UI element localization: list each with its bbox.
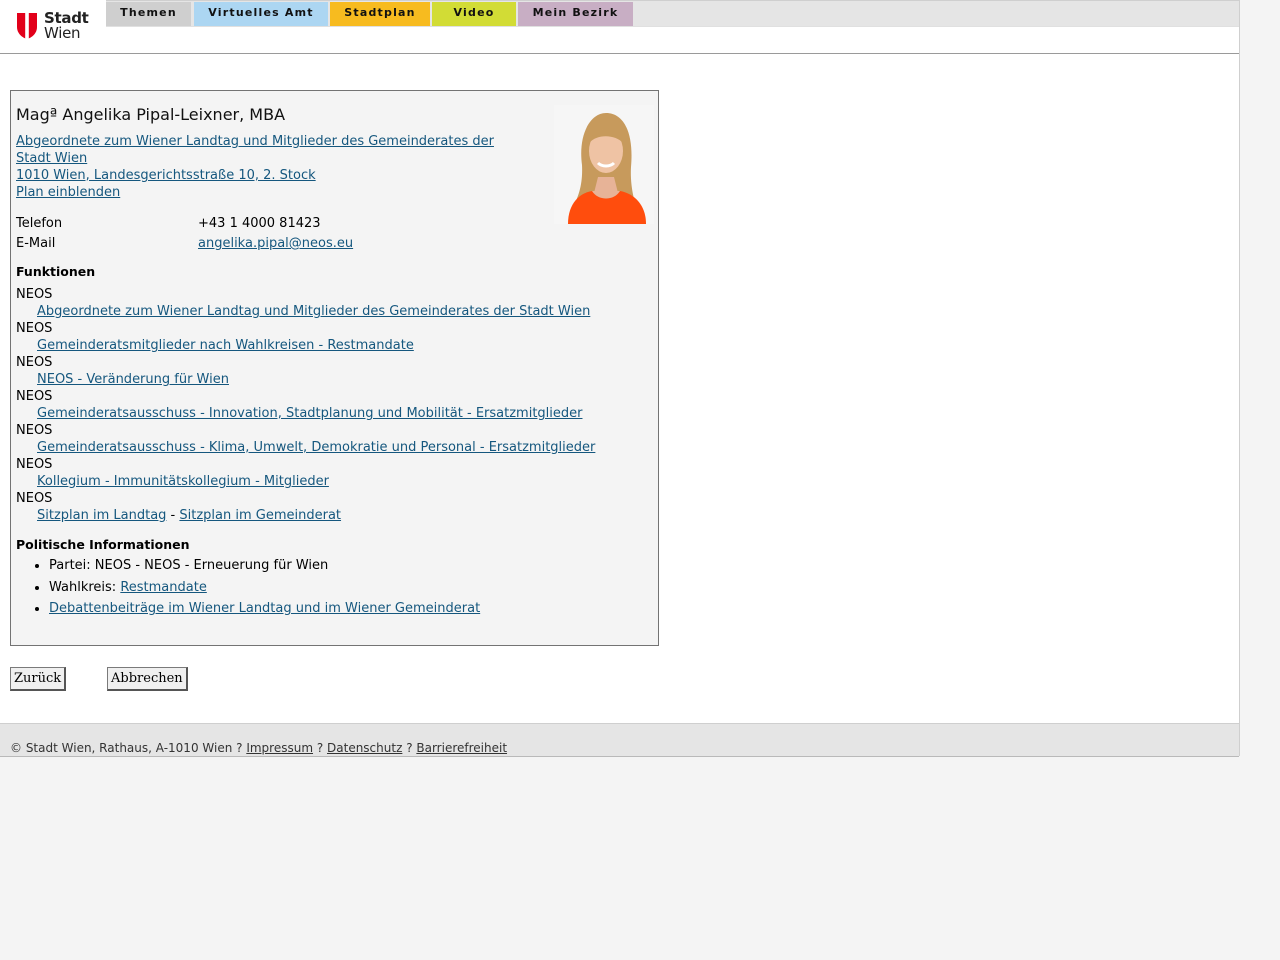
email-label: E-Mail [16, 236, 56, 251]
datenschutz-link[interactable]: Datenschutz [327, 741, 402, 755]
district-label: Wahlkreis: [49, 579, 121, 595]
seat-plan-gemeinderat-link[interactable]: Sitzplan im Gemeinderat [179, 508, 341, 523]
email-link[interactable]: angelika.pipal@neos.eu [198, 236, 353, 251]
site-footer: © Stadt Wien, Rathaus, A-1010 Wien ? Imp… [0, 723, 1239, 757]
nav-tab-mein-bezirk[interactable]: Mein Bezirk [518, 2, 633, 26]
functions-title: Funktionen [16, 264, 96, 279]
email-row: E-Mail angelika.pipal@neos.eu [16, 234, 353, 254]
function-party: NEOS [16, 457, 53, 472]
person-photo [554, 105, 654, 224]
seat-plan-row: Sitzplan im Landtag - Sitzplan im Gemein… [16, 507, 595, 524]
nav-tab-themen[interactable]: Themen [106, 2, 191, 26]
function-link[interactable]: NEOS - Veränderung für Wien [37, 372, 229, 387]
site-header: Stadt Wien Themen Virtuelles Amt Stadtpl… [0, 0, 1239, 54]
nav-tab-video[interactable]: Video [432, 2, 516, 26]
logo-line-wien: Wien [44, 24, 81, 42]
seat-plan-landtag-link[interactable]: Sitzplan im Landtag [37, 508, 166, 523]
district-item: Wahlkreis: Restmandate [49, 579, 480, 596]
footer-text: © Stadt Wien, Rathaus, A-1010 Wien ? Imp… [10, 741, 507, 755]
footer-separator: ? [402, 741, 417, 755]
function-party: NEOS [16, 355, 53, 370]
role-line-1: Abgeordnete zum Wiener Landtag und Mitgl… [16, 134, 494, 149]
wien-shield-icon [17, 13, 37, 39]
footer-copyright: © Stadt Wien, Rathaus, A-1010 Wien ? [10, 741, 247, 755]
function-party: NEOS [16, 423, 53, 438]
phone-row: Telefon +43 1 4000 81423 [16, 214, 353, 234]
function-link[interactable]: Gemeinderatsausschuss - Innovation, Stad… [37, 406, 582, 421]
main-navigation: Themen Virtuelles Amt Stadtplan Video Me… [106, 0, 1239, 27]
phone-value: +43 1 4000 81423 [198, 216, 321, 231]
seat-party: NEOS [16, 491, 53, 506]
barrierefreiheit-link[interactable]: Barrierefreiheit [416, 741, 507, 755]
page: Stadt Wien Themen Virtuelles Amt Stadtpl… [0, 0, 1240, 757]
cancel-button[interactable]: Abbrechen [107, 667, 188, 691]
role-link[interactable]: Abgeordnete zum Wiener Landtag und Mitgl… [16, 134, 494, 166]
party-item: Partei: NEOS - NEOS - Erneuerung für Wie… [49, 557, 480, 574]
stadt-wien-logo[interactable]: Stadt Wien [16, 10, 89, 42]
phone-label: Telefon [16, 216, 63, 231]
function-party: NEOS [16, 321, 53, 336]
political-list: Partei: NEOS - NEOS - Erneuerung für Wie… [16, 557, 480, 622]
person-name: Magª Angelika Pipal-Leixner, MBA [16, 105, 286, 124]
back-button[interactable]: Zurück [10, 667, 67, 691]
political-title: Politische Informationen [16, 537, 190, 552]
function-link[interactable]: Kollegium - Immunitätskollegium - Mitgli… [37, 474, 329, 489]
footer-separator: ? [313, 741, 328, 755]
debate-item: Debattenbeiträge im Wiener Landtag und i… [49, 600, 480, 617]
impressum-link[interactable]: Impressum [246, 741, 313, 755]
address-link[interactable]: 1010 Wien, Landesgerichtsstraße 10, 2. S… [16, 168, 316, 183]
logo-text: Stadt Wien [44, 11, 89, 41]
person-role-block: Abgeordnete zum Wiener Landtag und Mitgl… [16, 133, 494, 201]
plan-link[interactable]: Plan einblenden [16, 185, 120, 200]
function-party: NEOS [16, 389, 53, 404]
nav-tab-stadtplan[interactable]: Stadtplan [330, 2, 430, 26]
function-link[interactable]: Gemeinderatsmitglieder nach Wahlkreisen … [37, 338, 414, 353]
function-link[interactable]: Abgeordnete zum Wiener Landtag und Mitgl… [37, 304, 590, 319]
function-party: NEOS [16, 287, 53, 302]
district-link[interactable]: Restmandate [120, 580, 207, 595]
function-link[interactable]: Gemeinderatsausschuss - Klima, Umwelt, D… [37, 440, 595, 455]
role-line-2: Stadt Wien [16, 151, 88, 166]
debate-link[interactable]: Debattenbeiträge im Wiener Landtag und i… [49, 601, 480, 616]
nav-tab-virtuelles-amt[interactable]: Virtuelles Amt [194, 2, 328, 26]
portrait-image [554, 105, 654, 224]
person-card: Magª Angelika Pipal-Leixner, MBA Abgeord… [10, 90, 659, 646]
seat-separator: - [166, 508, 180, 523]
functions-list: NEOS Abgeordnete zum Wiener Landtag und … [16, 286, 595, 524]
contact-block: Telefon +43 1 4000 81423 E-Mail angelika.p… [16, 214, 353, 254]
